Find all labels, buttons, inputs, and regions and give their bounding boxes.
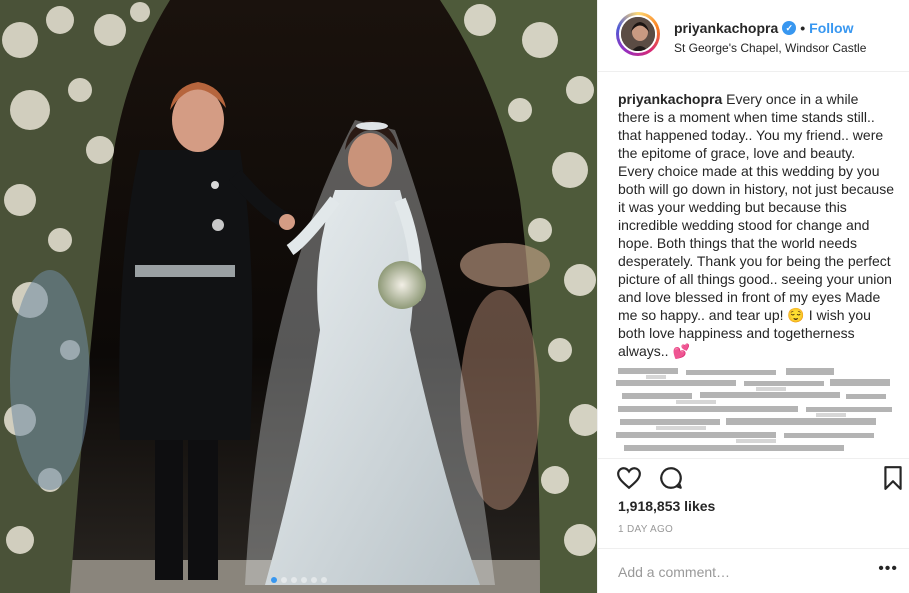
verified-badge-icon: ✓ xyxy=(782,21,797,35)
wedding-photo-illustration xyxy=(0,0,597,593)
more-options-icon[interactable]: ••• xyxy=(878,561,898,577)
avatar-story-ring[interactable] xyxy=(616,12,660,56)
comment-bar: ••• xyxy=(598,548,909,593)
redacted-pixel-noise xyxy=(616,368,892,451)
caption-username[interactable]: priyankachopra xyxy=(618,91,722,107)
carousel-dot xyxy=(280,577,287,583)
carousel-dot xyxy=(310,577,317,583)
avatar-image xyxy=(621,17,655,51)
comment-icon[interactable] xyxy=(658,465,684,496)
post-timestamp[interactable]: 1 DAY AGO xyxy=(618,524,673,535)
username-row: priyankachopra ✓ • Follow xyxy=(674,20,854,36)
post-caption: priyankachopra Every once in a while the… xyxy=(618,90,894,360)
username-link[interactable]: priyankachopra xyxy=(674,20,778,36)
action-bar xyxy=(598,458,909,498)
follow-button[interactable]: Follow xyxy=(809,20,853,36)
post-header: priyankachopra ✓ • Follow St George's Ch… xyxy=(598,0,909,72)
carousel-dot xyxy=(300,577,307,583)
like-count[interactable]: 1,918,853 likes xyxy=(618,498,715,514)
post-sidebar: priyankachopra ✓ • Follow St George's Ch… xyxy=(597,0,909,593)
location-link[interactable]: St George's Chapel, Windsor Castle xyxy=(674,41,866,55)
carousel-dot-active xyxy=(270,577,277,583)
carousel-dot xyxy=(320,577,327,583)
redacted-comments xyxy=(616,366,898,454)
post-photo[interactable] xyxy=(0,0,597,593)
heart-icon[interactable] xyxy=(616,465,642,496)
avatar[interactable] xyxy=(619,15,657,53)
carousel-indicator xyxy=(0,577,597,583)
carousel-dot xyxy=(290,577,297,583)
comment-input[interactable] xyxy=(618,561,868,583)
separator-dot: • xyxy=(800,20,806,36)
caption-text: Every once in a while there is a moment … xyxy=(618,91,895,359)
bookmark-icon[interactable] xyxy=(882,465,904,496)
